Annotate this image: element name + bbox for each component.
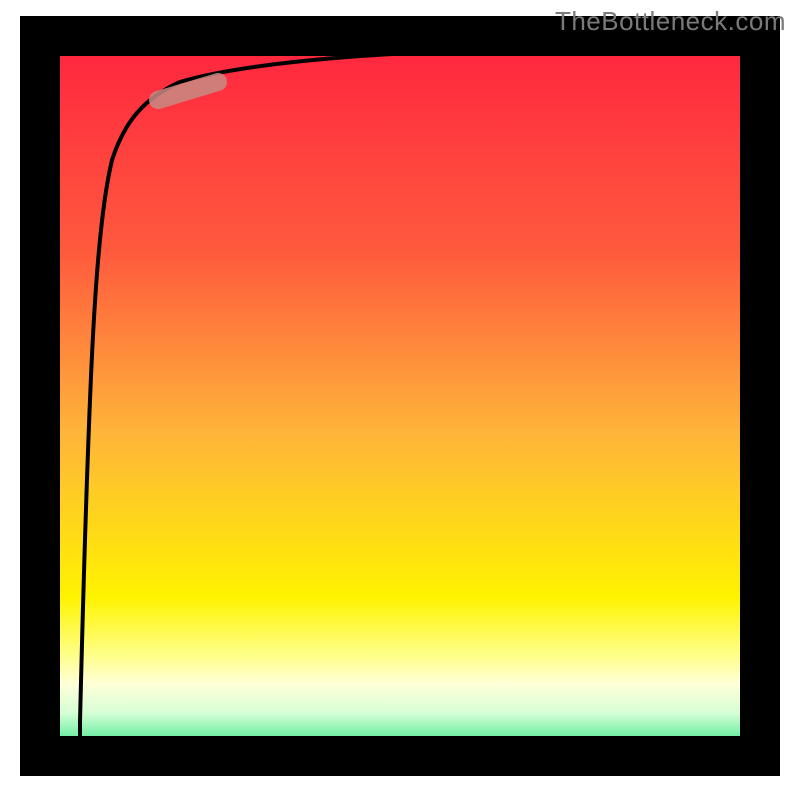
chart-svg (0, 0, 800, 800)
plot-area (40, 36, 760, 756)
chart-container: TheBottleneck.com (0, 0, 800, 800)
gradient-background (40, 36, 760, 756)
watermark-text: TheBottleneck.com (555, 6, 786, 37)
